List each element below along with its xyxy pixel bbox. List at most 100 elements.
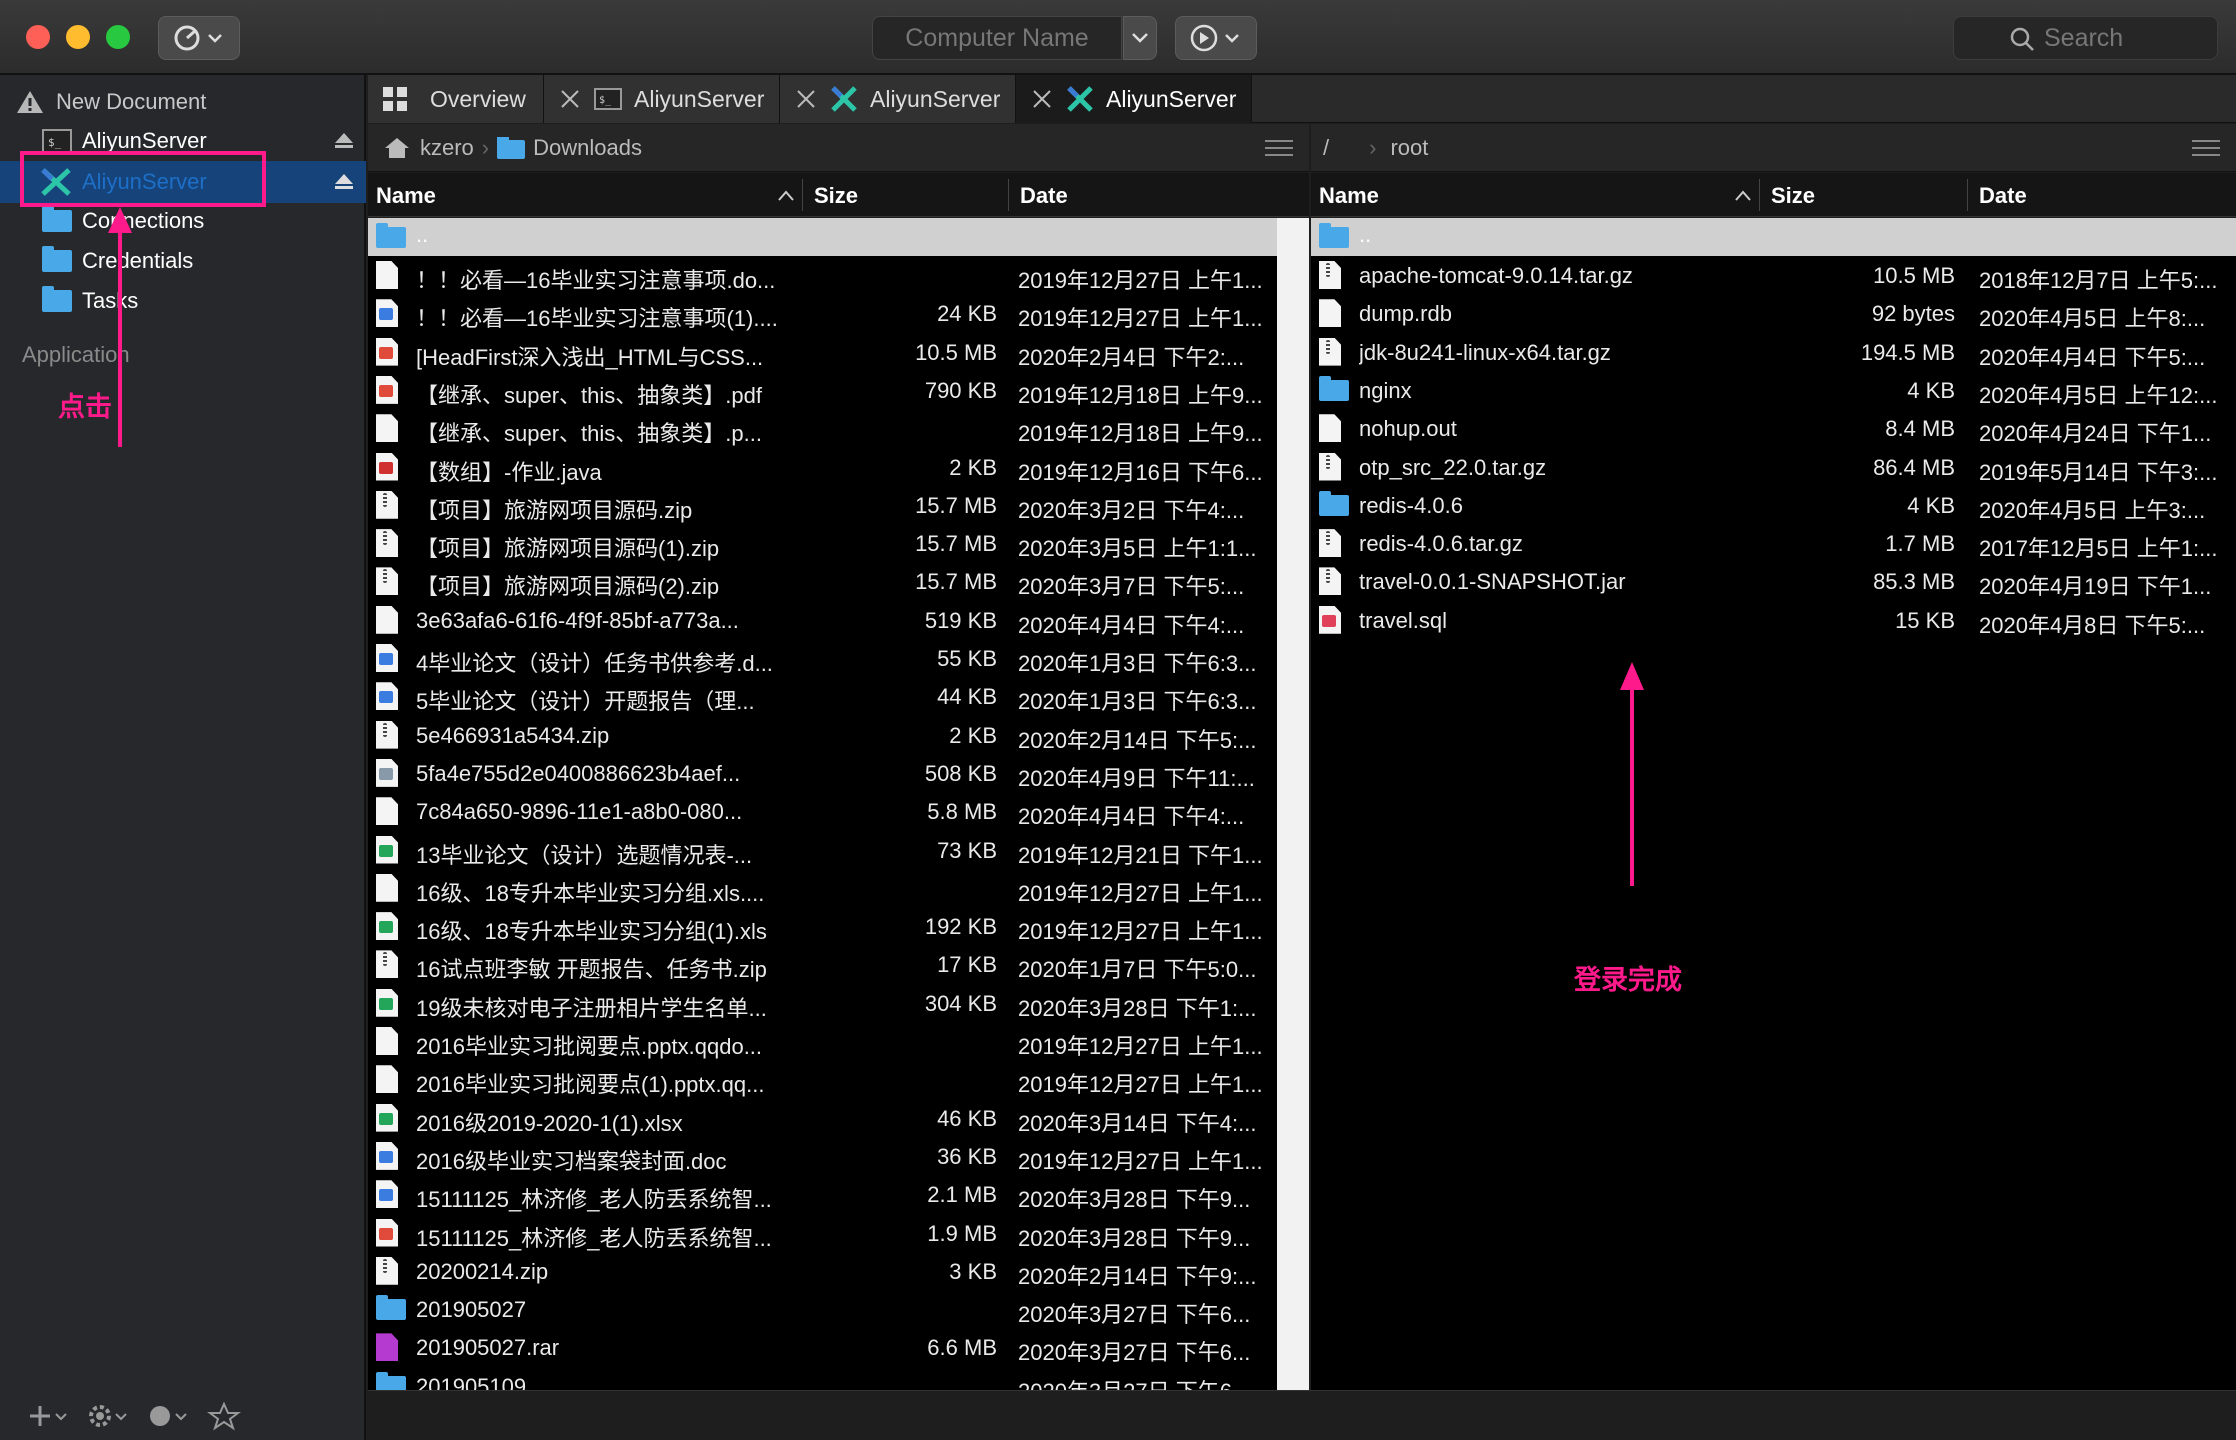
file-row[interactable]: 5fa4e755d2e0400886623b4aef... 508 KB 2020年… (368, 754, 1277, 792)
jpg-file-icon (376, 758, 398, 787)
file-row[interactable]: 16级、18专升本毕业实习分组.xls.... 2019年12月27日 上午1..… (368, 869, 1277, 907)
file-row[interactable]: nginx 4 KB 2020年4月5日 上午12:... (1311, 371, 2236, 409)
file-row[interactable]: redis-4.0.6.tar.gz 1.7 MB 2017年12月5日 上午1:.… (1311, 524, 2236, 562)
doc-file-icon (376, 797, 398, 826)
computer-name-field[interactable]: Computer Name (872, 16, 1122, 60)
file-row[interactable]: 【项目】旅游网项目源码(2).zip 15.7 MB 2020年3月7日 下午5:.… (368, 562, 1277, 600)
file-row[interactable]: 2016毕业实习批阅要点.pptx.qqdo... 2019年12月27日 上午1… (368, 1022, 1277, 1060)
file-row[interactable]: 【项目】旅游网项目源码.zip 15.7 MB 2020年3月2日 下午4:... (368, 486, 1277, 524)
tab-aliyunserver-1[interactable]: $_ AliyunServer (544, 75, 780, 123)
file-row[interactable]: 20200214.zip 3 KB 2020年2月14日 下午9:... (368, 1252, 1277, 1290)
file-row[interactable]: otp_src_22.0.tar.gz 86.4 MB 2019年5月14日 下午3… (1311, 448, 2236, 486)
tab-aliyunserver-2[interactable]: AliyunServer (780, 75, 1016, 123)
parent-directory-label: .. (416, 222, 429, 247)
file-row[interactable]: dump.rdb 92 bytes 2020年4月5日 上午8:... (1311, 294, 2236, 332)
file-row[interactable]: ！！必看—16毕业实习注意事项(1).... 24 KB 2019年12月27日 上… (368, 294, 1277, 332)
list-menu-icon[interactable] (2192, 138, 2220, 158)
word-file-icon (376, 1180, 398, 1209)
file-size: 194.5 MB (1860, 339, 1955, 365)
eject-icon[interactable] (334, 173, 354, 191)
breadcrumb-item[interactable]: / (1323, 135, 1329, 161)
file-row[interactable]: nohup.out 8.4 MB 2020年4月24日 下午1... (1311, 409, 2236, 447)
breadcrumb-item[interactable]: kzero (420, 135, 474, 161)
file-size: 1.7 MB (1885, 531, 1955, 557)
parent-directory-row[interactable]: .. (1311, 218, 2236, 256)
zoom-window-button[interactable] (106, 25, 130, 49)
file-size: 6.6 MB (927, 1335, 997, 1361)
tab-aliyunserver-3[interactable]: AliyunServer (1016, 75, 1252, 123)
size-column-header[interactable]: Size (814, 183, 858, 209)
title-bar: Computer Name Search (0, 0, 2236, 75)
zip-file-icon (376, 529, 398, 558)
aliyun-logo-icon (1067, 86, 1093, 112)
file-row[interactable]: 7c84a650-9896-11e1-a8b0-080... 5.8 MB 2020… (368, 792, 1277, 830)
file-row[interactable]: travel-0.0.1-SNAPSHOT.jar 85.3 MB 2020年4月1… (1311, 562, 2236, 600)
parent-directory-row[interactable]: .. (368, 218, 1277, 256)
file-row[interactable]: 13毕业论文（设计）选题情况表-... 73 KB 2019年12月21日 下午1.… (368, 831, 1277, 869)
excel-file-icon (376, 912, 398, 941)
sort-ascending-icon[interactable] (778, 189, 794, 201)
list-menu-icon[interactable] (1265, 138, 1293, 158)
file-row[interactable]: jdk-8u241-linux-x64.tar.gz 194.5 MB 2020年4… (1311, 333, 2236, 371)
search-field[interactable]: Search (1953, 16, 2218, 60)
file-row[interactable]: 201905109 2020年3月27日 下午6... (368, 1367, 1277, 1390)
date-column-header[interactable]: Date (1020, 183, 1068, 209)
file-row[interactable]: 16级、18专升本毕业实习分组(1).xls 192 KB 2019年12月27日 … (368, 907, 1277, 945)
file-date: 2020年3月2日 下午4:... (1018, 497, 1245, 523)
sidebar-item-credentials[interactable]: Credentials (0, 241, 366, 281)
file-date: 2020年2月14日 下午9:... (1018, 1263, 1257, 1289)
close-tab-icon[interactable] (560, 89, 580, 109)
date-column-header[interactable]: Date (1979, 183, 2027, 209)
left-path-bar: kzero › Downloads (368, 124, 1309, 172)
file-row[interactable]: 201905027.rar 6.6 MB 2020年3月27日 下午6... (368, 1328, 1277, 1366)
size-column-header[interactable]: Size (1771, 183, 1815, 209)
computer-name-dropdown[interactable] (1123, 16, 1157, 60)
tab-overview[interactable]: Overview (368, 75, 544, 123)
sidebar-item-tasks[interactable]: Tasks (0, 281, 366, 321)
file-row[interactable]: 【继承、super、this、抽象类】.pdf 790 KB 2019年12月18日… (368, 371, 1277, 409)
right-column-header: Name Size Date (1311, 173, 2236, 217)
file-row[interactable]: redis-4.0.6 4 KB 2020年4月5日 上午3:... (1311, 486, 2236, 524)
sidebar-bottom-toolbar (30, 1401, 241, 1431)
play-menu-button[interactable] (1175, 16, 1257, 60)
file-row[interactable]: 19级未核对电子注册相片学生名单... 304 KB 2020年3月28日 下午1:… (368, 984, 1277, 1022)
file-row[interactable]: apache-tomcat-9.0.14.tar.gz 10.5 MB 2018年1… (1311, 256, 2236, 294)
file-row[interactable]: 201905027 2020年3月27日 下午6... (368, 1290, 1277, 1328)
file-row[interactable]: 【继承、super、this、抽象类】.p... 2019年12月18日 上午9.… (368, 409, 1277, 447)
name-column-header[interactable]: Name (376, 183, 436, 209)
file-name: 【项目】旅游网项目源码(2).zip (416, 574, 720, 600)
file-row[interactable]: 2016级毕业实习档案袋封面.doc 36 KB 2019年12月27日 上午1..… (368, 1137, 1277, 1175)
minimize-window-button[interactable] (66, 25, 90, 49)
file-row[interactable]: 5e466931a5434.zip 2 KB 2020年2月14日 下午5:... (368, 716, 1277, 754)
sidebar-item-connections[interactable]: Connections (0, 201, 366, 241)
file-date: 2020年2月14日 下午5:... (1018, 727, 1257, 753)
file-row[interactable]: 15111125_林济修_老人防丢系统智... 2.1 MB 2020年3月28日 … (368, 1175, 1277, 1213)
left-scrollbar[interactable] (1277, 218, 1309, 1390)
connect-menu-button[interactable] (158, 16, 240, 60)
file-row[interactable]: 4毕业论文（设计）任务书供参考.d... 55 KB 2020年1月3日 下午6:3… (368, 639, 1277, 677)
star-icon (207, 1401, 241, 1431)
file-name: 19级未核对电子注册相片学生名单... (416, 995, 767, 1021)
file-size: 15.7 MB (915, 492, 997, 518)
folder-icon (497, 136, 526, 159)
file-row[interactable]: 3e63afa6-61f6-4f9f-85bf-a773a... 519 KB 20… (368, 601, 1277, 639)
eject-icon[interactable] (334, 132, 354, 150)
file-row[interactable]: 2016级2019-2020-1(1).xlsx 46 KB 2020年3月14日 … (368, 1099, 1277, 1137)
breadcrumb-item[interactable]: Downloads (533, 135, 642, 161)
breadcrumb-item[interactable]: root (1390, 135, 1428, 161)
file-row[interactable]: 【项目】旅游网项目源码(1).zip 15.7 MB 2020年3月5日 上午1:1… (368, 524, 1277, 562)
sort-ascending-icon[interactable] (1735, 189, 1751, 201)
file-row[interactable]: [HeadFirst深入浅出_HTML与CSS... 10.5 MB 2020年2月… (368, 333, 1277, 371)
doc-file-icon (376, 1027, 398, 1055)
file-row[interactable]: 16试点班李敏 开题报告、任务书.zip 17 KB 2020年1月7日 下午5:0… (368, 945, 1277, 983)
close-tab-icon[interactable] (1032, 89, 1052, 109)
file-row[interactable]: 15111125_林济修_老人防丢系统智... 1.9 MB 2020年3月28日 … (368, 1214, 1277, 1252)
file-row[interactable]: 【数组】-作业.java 2 KB 2019年12月16日 下午6... (368, 448, 1277, 486)
close-window-button[interactable] (26, 25, 50, 49)
file-row[interactable]: 2016毕业实习批阅要点(1).pptx.qq... 2019年12月27日 上午… (368, 1060, 1277, 1098)
file-row[interactable]: travel.sql 15 KB 2020年4月8日 下午5:... (1311, 601, 2236, 639)
file-row[interactable]: ！！必看—16毕业实习注意事项.do... 2019年12月27日 上午1... (368, 256, 1277, 294)
close-tab-icon[interactable] (796, 89, 816, 109)
file-row[interactable]: 5毕业论文（设计）开题报告（理... 44 KB 2020年1月3日 下午6:3..… (368, 677, 1277, 715)
name-column-header[interactable]: Name (1319, 183, 1379, 209)
